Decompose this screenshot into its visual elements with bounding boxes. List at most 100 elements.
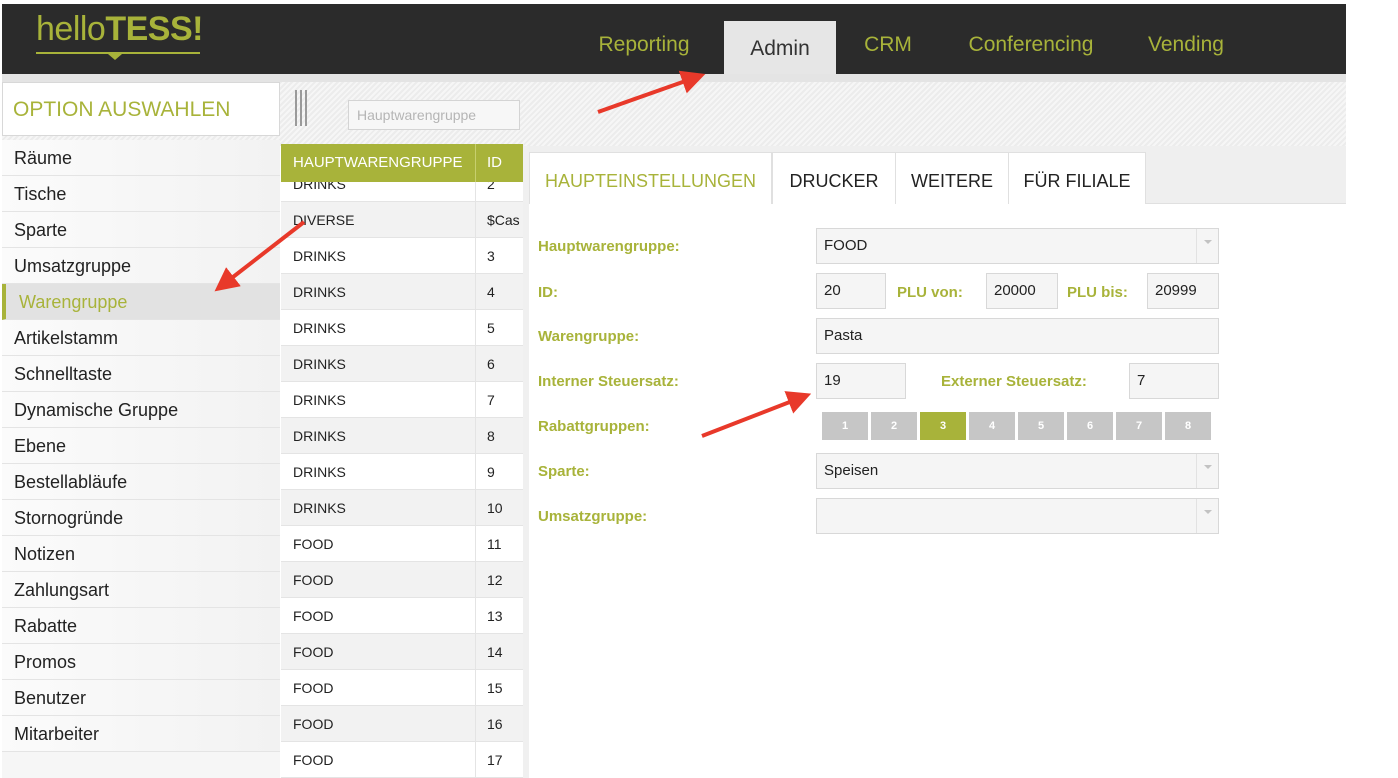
externer-steuersatz-field[interactable]: 7: [1129, 363, 1219, 399]
table-cell-hauptwarengruppe: FOOD: [293, 572, 334, 588]
table-cell-id: 16: [487, 716, 503, 732]
sidebar-item-benutzer[interactable]: Benutzer: [2, 680, 280, 716]
table-row[interactable]: FOOD 16: [281, 706, 523, 742]
sidebar-item-artikelstamm[interactable]: Artikelstamm: [2, 320, 280, 356]
label-hauptwarengruppe: Hauptwarengruppe:: [538, 238, 680, 255]
plu-von-field[interactable]: 20000: [986, 273, 1058, 309]
sidebar-item-schnelltaste[interactable]: Schnelltaste: [2, 356, 280, 392]
interner-steuersatz-field[interactable]: 19: [816, 363, 906, 399]
table-row[interactable]: DRINKS 10: [281, 490, 523, 526]
sidebar-item-rabatte[interactable]: Rabatte: [2, 608, 280, 644]
app-window: helloTESS! Reporting Admin CRM Conferenc…: [0, 0, 1398, 778]
hauptwarengruppe-select[interactable]: FOOD: [816, 228, 1219, 264]
table-cell-id: $Cas: [487, 212, 520, 228]
table-cell-id: 8: [487, 428, 495, 444]
sidebar-item-stornogruende[interactable]: Stornogründe: [2, 500, 280, 536]
plu-bis-field[interactable]: 20999: [1147, 273, 1219, 309]
umsatzgruppe-select[interactable]: [816, 498, 1219, 534]
table-row[interactable]: FOOD 13: [281, 598, 523, 634]
table-cell-hauptwarengruppe: FOOD: [293, 680, 334, 696]
rabattgruppe-button-5[interactable]: 5: [1018, 412, 1064, 440]
sidebar-item-mitarbeiter[interactable]: Mitarbeiter: [2, 716, 280, 752]
rabattgruppe-button-2[interactable]: 2: [871, 412, 917, 440]
nav-tab-admin[interactable]: Admin: [724, 21, 836, 74]
label-rabattgruppen: Rabattgruppen:: [538, 418, 650, 435]
rabattgruppe-button-4[interactable]: 4: [969, 412, 1015, 440]
table-row[interactable]: DRINKS 4: [281, 274, 523, 310]
table-cell-id: 7: [487, 392, 495, 408]
sparte-select[interactable]: Speisen: [816, 453, 1219, 489]
table-row[interactable]: FOOD 11: [281, 526, 523, 562]
label-externer-steuersatz: Externer Steuersatz:: [941, 373, 1087, 390]
hauptwarengruppe-search-input[interactable]: [348, 100, 520, 130]
logo-underline: [36, 52, 200, 60]
nav-tab-vending[interactable]: Vending: [1134, 4, 1238, 74]
table-cell-hauptwarengruppe: DIVERSE: [293, 212, 355, 228]
sidebar-item-warengruppe[interactable]: Warengruppe: [2, 284, 280, 320]
panel-divider: [523, 146, 529, 778]
table-cell-hauptwarengruppe: FOOD: [293, 716, 334, 732]
table-cell-id: 3: [487, 248, 495, 264]
table-row[interactable]: DRINKS 9: [281, 454, 523, 490]
id-field[interactable]: 20: [816, 273, 886, 309]
label-plu-bis: PLU bis:: [1067, 284, 1128, 301]
nav-tab-conferencing[interactable]: Conferencing: [954, 4, 1108, 74]
rabattgruppe-button-6[interactable]: 6: [1067, 412, 1113, 440]
rabattgruppe-button-7[interactable]: 7: [1116, 412, 1162, 440]
sidebar-item-raeume[interactable]: Räume: [2, 140, 280, 176]
nav-tab-reporting[interactable]: Reporting: [584, 4, 704, 74]
option-bar-divider: [2, 74, 1346, 82]
table-row[interactable]: DRINKS 8: [281, 418, 523, 454]
column-header-id[interactable]: ID: [487, 154, 502, 171]
table-row[interactable]: FOOD 12: [281, 562, 523, 598]
sidebar-item-ebene[interactable]: Ebene: [2, 428, 280, 464]
table-cell-hauptwarengruppe: DRINKS: [293, 320, 346, 336]
tab-haupteinstellungen[interactable]: HAUPTEINSTELLUNGEN: [529, 152, 772, 204]
chevron-down-icon: [1196, 454, 1218, 488]
table-cell-hauptwarengruppe: FOOD: [293, 752, 334, 768]
sidebar-item-notizen[interactable]: Notizen: [2, 536, 280, 572]
table-cell-id: 17: [487, 752, 503, 768]
table-row[interactable]: FOOD 15: [281, 670, 523, 706]
sidebar-item-bestellablaeufe[interactable]: Bestellabläufe: [2, 464, 280, 500]
hellotess-logo[interactable]: helloTESS!: [36, 10, 203, 49]
sidebar-item-dynamische-gruppe[interactable]: Dynamische Gruppe: [2, 392, 280, 428]
table-row[interactable]: DRINKS 6: [281, 346, 523, 382]
table-cell-id: 11: [487, 536, 502, 552]
table-row[interactable]: FOOD 17: [281, 742, 523, 778]
sidebar: Räume Tische Sparte Umsatzgruppe Warengr…: [2, 140, 280, 778]
table-row[interactable]: DRINKS 7: [281, 382, 523, 418]
top-nav-bar: helloTESS! Reporting Admin CRM Conferenc…: [2, 4, 1346, 74]
table-row[interactable]: DIVERSE $Cas: [281, 202, 523, 238]
tab-fuer-filiale[interactable]: FÜR FILIALE: [1008, 152, 1146, 204]
tab-drucker[interactable]: DRUCKER: [772, 152, 896, 204]
label-umsatzgruppe: Umsatzgruppe:: [538, 508, 648, 525]
table-cell-id: 13: [487, 608, 503, 624]
column-header-hauptwarengruppe[interactable]: HAUPTWARENGRUPPE: [293, 154, 462, 171]
table-cell-id: 10: [487, 500, 503, 516]
rabattgruppe-button-3[interactable]: 3: [920, 412, 966, 440]
sidebar-item-umsatzgruppe[interactable]: Umsatzgruppe: [2, 248, 280, 284]
table-header: HAUPTWARENGRUPPE ID: [281, 144, 523, 182]
table-row[interactable]: DRINKS 3: [281, 238, 523, 274]
rabattgruppe-button-8[interactable]: 8: [1165, 412, 1211, 440]
rabattgruppe-button-1[interactable]: 1: [822, 412, 868, 440]
warengruppe-field[interactable]: Pasta: [816, 318, 1219, 354]
sidebar-item-zahlungsart[interactable]: Zahlungsart: [2, 572, 280, 608]
label-interner-steuersatz: Interner Steuersatz:: [538, 373, 679, 390]
table-cell-hauptwarengruppe: DRINKS: [293, 284, 346, 300]
sidebar-resize-handle[interactable]: [293, 90, 309, 126]
sidebar-item-sparte[interactable]: Sparte: [2, 212, 280, 248]
nav-tab-crm[interactable]: CRM: [852, 4, 924, 74]
table-cell-hauptwarengruppe: DRINKS: [293, 392, 346, 408]
sidebar-item-tische[interactable]: Tische: [2, 176, 280, 212]
table-row[interactable]: FOOD 14: [281, 634, 523, 670]
option-title-box: OPTION AUSWAHLEN: [2, 82, 280, 136]
table-cell-id: 6: [487, 356, 495, 372]
tab-weitere[interactable]: WEITERE: [895, 152, 1009, 204]
table-row[interactable]: DRINKS 5: [281, 310, 523, 346]
table-cell-hauptwarengruppe: DRINKS: [293, 428, 346, 444]
sidebar-item-promos[interactable]: Promos: [2, 644, 280, 680]
table-cell-id: 9: [487, 464, 495, 480]
table-cell-hauptwarengruppe: FOOD: [293, 608, 334, 624]
